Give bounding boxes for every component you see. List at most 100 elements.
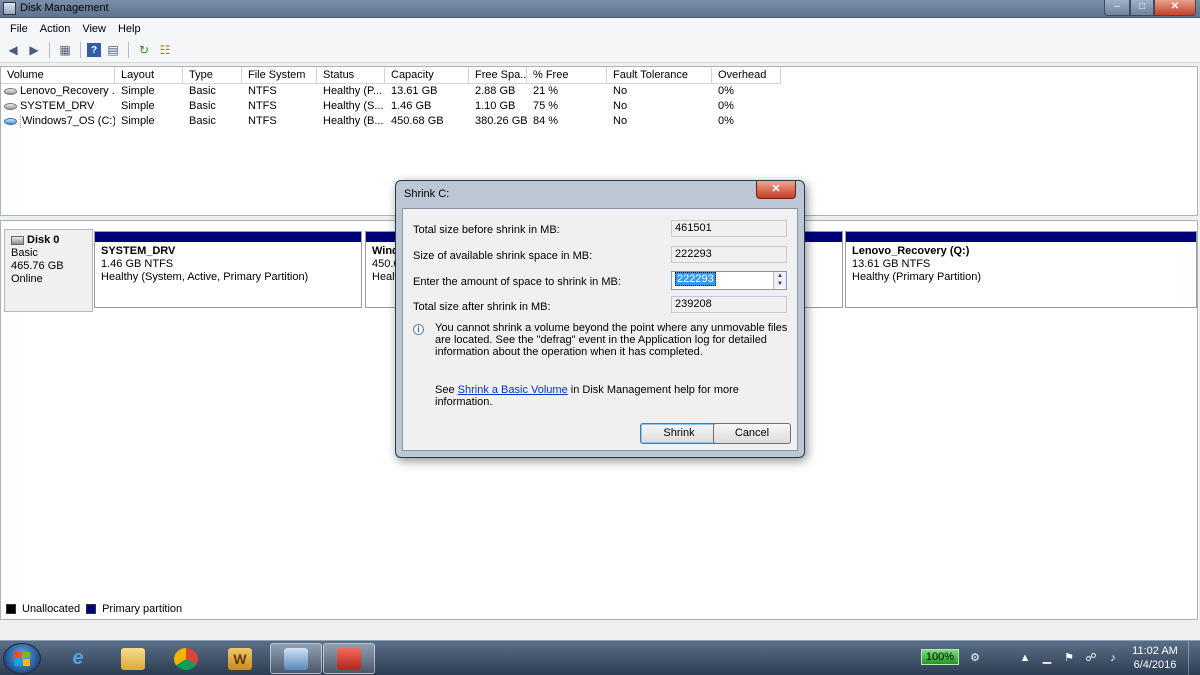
partition-name: Lenovo_Recovery (Q:) <box>852 245 970 257</box>
help-icon[interactable]: ? <box>87 43 101 57</box>
partition-size: 1.46 GB NTFS <box>101 258 174 270</box>
shrink-amount-input[interactable]: 222293 ▲ ▼ <box>671 271 787 290</box>
table-row[interactable]: Windows7_OS (C:) Simple Basic NTFS Healt… <box>1 114 781 129</box>
volume-type: Basic <box>189 115 216 127</box>
shrink-amount-label: Enter the amount of space to shrink in M… <box>413 276 621 288</box>
column-volume[interactable]: Volume <box>1 67 115 84</box>
volume-name: Windows7_OS (C:) <box>20 114 115 129</box>
legend-label-unallocated: Unallocated <box>22 603 81 615</box>
taskbar-app-toolbox[interactable] <box>323 643 375 674</box>
start-button[interactable] <box>3 643 41 674</box>
taskbar-app-computer-management[interactable] <box>270 643 322 674</box>
disk-icon <box>11 236 24 245</box>
menu-help[interactable]: Help <box>112 23 147 35</box>
dialog-close-button[interactable]: ✕ <box>756 181 796 199</box>
column-overhead[interactable]: Overhead <box>712 67 781 84</box>
volume-free-space: 380.26 GB <box>475 115 527 127</box>
partition-name: SYSTEM_DRV <box>101 245 176 257</box>
volume-percent-free: 21 % <box>533 85 559 97</box>
flag-icon[interactable]: ⚑ <box>1062 651 1076 665</box>
taskbar-app-windows-explorer[interactable] <box>107 643 159 674</box>
disk-name: Disk 0 <box>27 234 60 246</box>
volume-overhead: 0% <box>718 100 734 112</box>
column-capacity[interactable]: Capacity <box>385 67 469 84</box>
word-icon: W <box>228 647 252 670</box>
taskbar-app-chrome[interactable] <box>160 643 212 674</box>
battery-indicator[interactable]: 100% <box>921 649 959 665</box>
volume-fault-tolerance: No <box>613 100 628 112</box>
volume-fault-tolerance: No <box>613 85 628 97</box>
title-bar: Disk Management – □ ✕ <box>0 0 1200 18</box>
volume-file-system: NTFS <box>248 85 277 97</box>
primary-partition-bar <box>846 232 1196 242</box>
volume-icon[interactable]: ♪ <box>1106 651 1120 665</box>
volume-percent-free: 75 % <box>533 100 559 112</box>
info-note-text: You cannot shrink a volume beyond the po… <box>435 322 788 358</box>
menu-view[interactable]: View <box>76 23 112 35</box>
column-percent-free[interactable]: % Free <box>527 67 607 84</box>
column-file-system[interactable]: File System <box>242 67 317 84</box>
total-after-value: 239208 <box>671 296 787 313</box>
properties-icon[interactable]: ▤ <box>104 41 122 59</box>
disk-label[interactable]: Disk 0 Basic 465.76 GB Online <box>4 229 93 312</box>
console-tree-icon[interactable]: ▦ <box>56 41 74 59</box>
shrink-button[interactable]: Shrink <box>640 423 718 444</box>
volume-layout: Simple <box>121 85 155 97</box>
toolbar: ◀ ▶ ▦ ? ▤ ↻ ☷ <box>0 38 1200 63</box>
table-row[interactable]: Lenovo_Recovery ... Simple Basic NTFS He… <box>1 84 781 99</box>
column-status[interactable]: Status <box>317 67 385 84</box>
volume-type: Basic <box>189 85 216 97</box>
disk-state: Online <box>11 273 43 285</box>
partition-lenovo-recovery[interactable]: Lenovo_Recovery (Q:) 13.61 GB NTFS Healt… <box>845 231 1197 308</box>
column-layout[interactable]: Layout <box>115 67 183 84</box>
taskbar-app-word[interactable]: W <box>214 643 266 674</box>
help-reference: See Shrink a Basic Volume in Disk Manage… <box>435 384 797 408</box>
total-after-label: Total size after shrink in MB: <box>413 301 551 313</box>
legend: Unallocated Primary partition <box>0 600 1198 618</box>
system-clock[interactable]: 11:02 AM 6/4/2016 <box>1127 644 1183 672</box>
windows-logo-icon <box>14 651 30 666</box>
partition-system-drv[interactable]: SYSTEM_DRV 1.46 GB NTFS Healthy (System,… <box>94 231 362 308</box>
volume-capacity: 13.61 GB <box>391 85 438 97</box>
shrink-basic-volume-link[interactable]: Shrink a Basic Volume <box>458 384 568 396</box>
forward-icon[interactable]: ▶ <box>25 41 43 59</box>
volume-layout: Simple <box>121 100 155 112</box>
show-desktop-button[interactable] <box>1188 641 1200 675</box>
spin-up-icon[interactable]: ▲ <box>774 272 786 280</box>
cancel-button[interactable]: Cancel <box>713 423 791 444</box>
available-shrink-value: 222293 <box>671 246 787 263</box>
volume-name: SYSTEM_DRV <box>20 100 95 112</box>
usb-icon[interactable]: ☍ <box>1084 651 1098 665</box>
legend-swatch-primary <box>86 604 97 614</box>
shrink-amount-value: 222293 <box>675 272 716 286</box>
volume-layout: Simple <box>121 115 155 127</box>
menu-file[interactable]: File <box>4 23 34 35</box>
toolbox-icon <box>337 647 361 670</box>
shrink-amount-stepper[interactable]: ▲ ▼ <box>773 272 786 289</box>
taskbar-app-internet-explorer[interactable]: e <box>52 643 104 674</box>
column-free-space[interactable]: Free Spa... <box>469 67 527 84</box>
column-type[interactable]: Type <box>183 67 242 84</box>
show-hidden-icons-icon[interactable]: ▲ <box>1018 651 1032 665</box>
rescan-icon[interactable]: ☷ <box>156 41 174 59</box>
back-icon[interactable]: ◀ <box>4 41 22 59</box>
table-row[interactable]: SYSTEM_DRV Simple Basic NTFS Healthy (S.… <box>1 99 781 114</box>
power-icon[interactable]: ⚙ <box>968 651 982 665</box>
taskbar: e W 100% ⚙ ▲ ▁ ⚑ ☍ ♪ 11:02 AM 6/4/2016 <box>0 640 1200 675</box>
dialog-body: Total size before shrink in MB: 461501 S… <box>402 208 798 451</box>
volume-list-header: Volume Layout Type File System Status Ca… <box>1 67 781 84</box>
clock-time: 11:02 AM <box>1132 645 1178 657</box>
info-icon: i <box>413 324 424 335</box>
menu-action[interactable]: Action <box>34 23 77 35</box>
maximize-button[interactable]: □ <box>1130 0 1154 16</box>
total-before-value: 461501 <box>671 220 787 237</box>
clock-date: 6/4/2016 <box>1133 659 1177 671</box>
close-button[interactable]: ✕ <box>1154 0 1196 16</box>
spin-down-icon[interactable]: ▼ <box>774 280 786 288</box>
volume-icon <box>4 118 17 125</box>
refresh-icon[interactable]: ↻ <box>135 41 153 59</box>
toolbar-separator <box>49 42 50 58</box>
column-fault-tolerance[interactable]: Fault Tolerance <box>607 67 712 84</box>
network-icon[interactable]: ▁ <box>1040 651 1054 665</box>
minimize-button[interactable]: – <box>1104 0 1130 16</box>
